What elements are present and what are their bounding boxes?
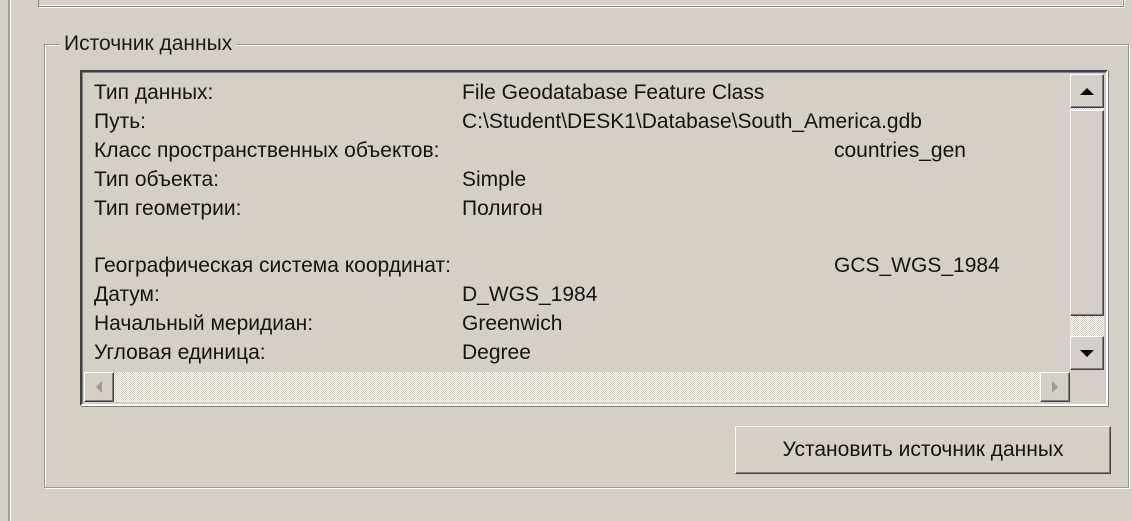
scroll-up-arrow-icon xyxy=(1080,87,1094,95)
vertical-scrollbar[interactable] xyxy=(1070,74,1104,370)
groupbox-title: Источник данных xyxy=(60,32,237,56)
property-value: GCS_WGS_1984 xyxy=(834,254,1000,277)
property-value: Greenwich xyxy=(462,312,563,335)
data-source-properties-list[interactable]: Тип данных: File Geodatabase Feature Cla… xyxy=(80,70,1108,406)
property-value: Полигон xyxy=(462,197,543,220)
data-source-panel: Источник данных Тип данных: File Geodata… xyxy=(0,0,1132,521)
property-label: Путь: xyxy=(94,110,146,133)
scroll-right-button[interactable] xyxy=(1040,372,1070,402)
set-data-source-button[interactable]: Установить источник данных xyxy=(735,426,1111,474)
upper-panel-edge xyxy=(38,0,1124,7)
property-value: File Geodatabase Feature Class xyxy=(462,81,765,104)
property-label: Начальный меридиан: xyxy=(94,312,314,335)
scroll-down-arrow-icon xyxy=(1080,349,1094,357)
vertical-scroll-thumb[interactable] xyxy=(1070,110,1104,316)
scroll-left-arrow-icon xyxy=(96,381,102,393)
property-label: Тип объекта: xyxy=(94,168,219,191)
horizontal-scrollbar[interactable] xyxy=(84,372,1070,402)
property-label: Тип данных: xyxy=(94,81,214,104)
property-value: Simple xyxy=(462,168,527,191)
property-label: Угловая единица: xyxy=(94,341,266,364)
window-edge xyxy=(8,0,11,521)
property-value: D_WGS_1984 xyxy=(462,283,598,306)
property-value: Degree xyxy=(462,341,531,364)
property-value: C:\Student\DESK1\Database\South_America.… xyxy=(462,110,922,133)
scroll-up-button[interactable] xyxy=(1070,74,1104,108)
property-label: Класс пространственных объектов: xyxy=(94,139,440,162)
property-label: Датум: xyxy=(94,283,160,306)
property-label: Тип геометрии: xyxy=(94,197,242,220)
property-label: Географическая система координат: xyxy=(94,254,451,277)
scroll-right-arrow-icon xyxy=(1052,381,1058,393)
scroll-left-button[interactable] xyxy=(84,372,114,402)
scrollbar-corner xyxy=(1070,372,1104,402)
scroll-down-button[interactable] xyxy=(1070,336,1104,370)
property-value: countries_gen xyxy=(834,139,966,162)
